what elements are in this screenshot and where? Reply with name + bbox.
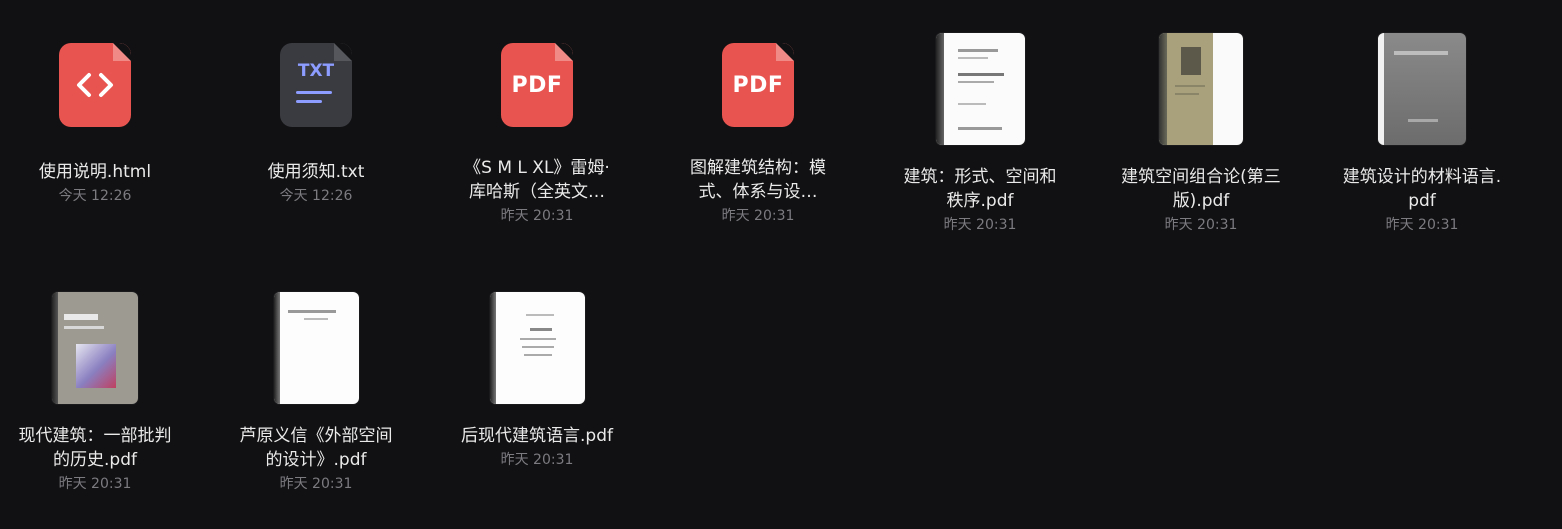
file-modified-time: 昨天 20:31: [500, 208, 574, 224]
file-name: 图解建筑结构：模式、体系与设…: [690, 158, 826, 202]
file-item[interactable]: 建筑空间组合论(第三版).pdf 昨天 20:31: [1101, 33, 1301, 235]
book-cover-thumbnail: [1159, 33, 1243, 145]
book-cover-thumbnail: [935, 33, 1025, 145]
file-thumbnail: [935, 33, 1025, 145]
file-modified-time: 昨天 20:31: [500, 452, 574, 468]
file-name: 《S M L XL》雷姆·库哈斯（全英文…: [464, 158, 610, 202]
file-item[interactable]: PDF 《S M L XL》雷姆·库哈斯（全英文… 昨天 20:31: [437, 40, 637, 226]
file-name: 建筑：形式、空间和秩序.pdf: [903, 167, 1057, 211]
file-item[interactable]: TXT 使用须知.txt 今天 12:26: [216, 40, 416, 206]
file-name: 建筑设计的材料语言.pdf: [1342, 167, 1502, 211]
code-file-icon: [59, 43, 131, 127]
file-modified-time: 昨天 20:31: [1164, 217, 1238, 233]
book-cover-thumbnail: [52, 292, 138, 404]
book-cover-thumbnail: [1378, 33, 1466, 145]
file-thumbnail: PDF: [722, 40, 794, 130]
file-modified-time: 昨天 20:31: [721, 208, 795, 224]
file-thumbnail: [1378, 33, 1466, 145]
file-item[interactable]: 后现代建筑语言.pdf 昨天 20:31: [437, 292, 637, 470]
txt-file-icon: TXT: [280, 43, 352, 127]
file-thumbnail: PDF: [501, 40, 573, 130]
file-modified-time: 昨天 20:31: [1385, 217, 1459, 233]
file-thumbnail: [489, 292, 585, 404]
file-modified-time: 昨天 20:31: [943, 217, 1017, 233]
file-modified-time: 今天 12:26: [279, 188, 353, 204]
book-cover-thumbnail: [273, 292, 359, 404]
file-name: 芦原义信《外部空间的设计》.pdf: [239, 426, 393, 470]
file-item[interactable]: 使用说明.html 今天 12:26: [0, 40, 195, 206]
file-modified-time: 昨天 20:31: [58, 476, 132, 492]
file-name: 建筑空间组合论(第三版).pdf: [1121, 167, 1281, 211]
file-item[interactable]: 建筑：形式、空间和秩序.pdf 昨天 20:31: [880, 33, 1080, 235]
file-modified-time: 今天 12:26: [58, 188, 132, 204]
file-name: 使用说明.html: [38, 162, 152, 182]
file-name: 使用须知.txt: [267, 162, 365, 182]
pdf-file-icon: PDF: [722, 43, 794, 127]
pdf-file-icon: PDF: [501, 43, 573, 127]
file-modified-time: 昨天 20:31: [279, 476, 353, 492]
file-name: 后现代建筑语言.pdf: [461, 426, 613, 446]
file-item[interactable]: 芦原义信《外部空间的设计》.pdf 昨天 20:31: [216, 292, 416, 494]
file-thumbnail: TXT: [280, 40, 352, 130]
file-thumbnail: [1159, 33, 1243, 145]
file-item[interactable]: PDF 图解建筑结构：模式、体系与设… 昨天 20:31: [658, 40, 858, 226]
file-thumbnail: [52, 292, 138, 404]
file-thumbnail: [273, 292, 359, 404]
book-cover-thumbnail: [489, 292, 585, 404]
file-item[interactable]: 现代建筑：一部批判的历史.pdf 昨天 20:31: [0, 292, 195, 494]
file-item[interactable]: 建筑设计的材料语言.pdf 昨天 20:31: [1322, 33, 1522, 235]
file-thumbnail: [59, 40, 131, 130]
file-name: 现代建筑：一部批判的历史.pdf: [18, 426, 172, 470]
file-grid: 使用说明.html 今天 12:26 TXT 使用须知.txt 今天 12:26…: [0, 0, 1562, 529]
